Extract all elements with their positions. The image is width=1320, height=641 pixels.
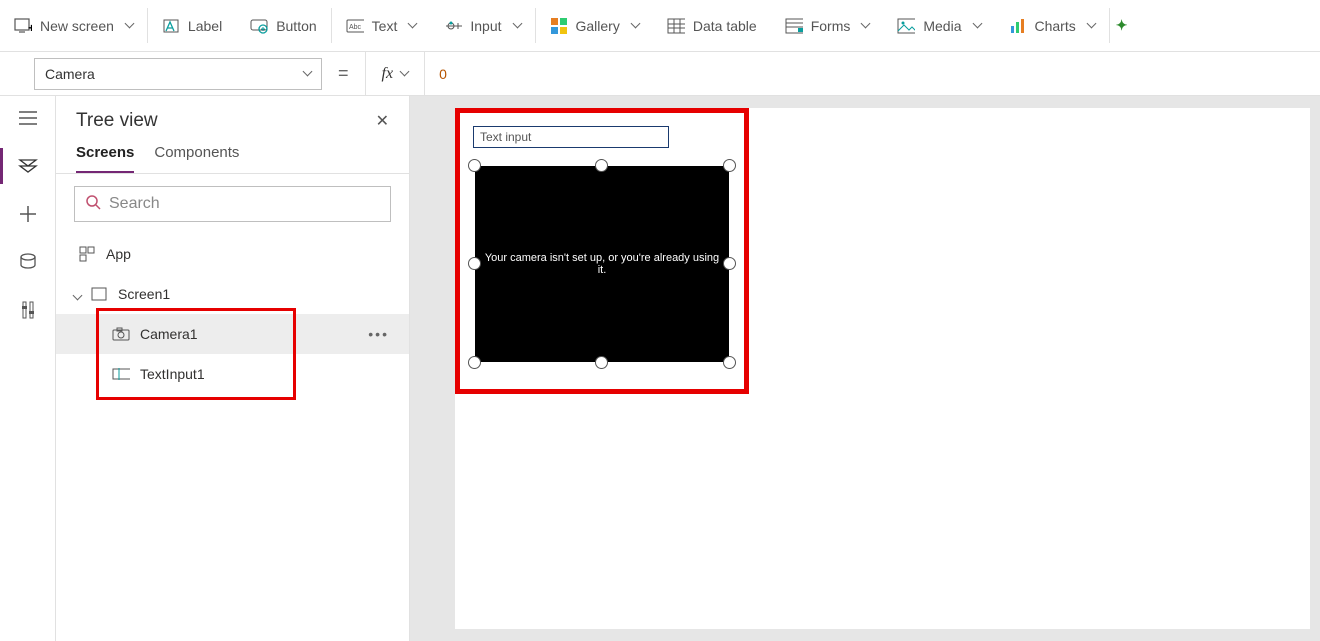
search-input[interactable]: Search <box>74 186 391 222</box>
charts-icon <box>1009 17 1027 35</box>
tree-item-textinput1[interactable]: TextInput1 <box>56 354 409 394</box>
tree-view-panel: Tree view ✕ Screens Components Search Ap… <box>56 96 410 641</box>
formula-bar: Camera = fx 0 <box>0 52 1320 96</box>
label-button[interactable]: Label <box>148 0 236 51</box>
resize-handle[interactable] <box>468 356 481 369</box>
more-icon[interactable]: ••• <box>368 326 389 342</box>
data-table-label: Data table <box>693 18 757 34</box>
main-area: Tree view ✕ Screens Components Search Ap… <box>0 96 1320 641</box>
charts-button[interactable]: Charts <box>995 0 1109 51</box>
tab-screens[interactable]: Screens <box>76 144 134 173</box>
media-label: Media <box>923 18 961 34</box>
text-input-value: Text input <box>480 130 531 144</box>
plus-icon: ✦ <box>1116 17 1128 34</box>
input-label: Input <box>470 18 501 34</box>
tree-item-screen[interactable]: Screen1 <box>56 274 409 314</box>
resize-handle[interactable] <box>595 159 608 172</box>
chevron-down-icon <box>630 19 640 29</box>
tree-item-label: TextInput1 <box>140 366 205 382</box>
chevron-down-icon <box>124 19 134 29</box>
hamburger-icon[interactable] <box>16 106 40 130</box>
resize-handle[interactable] <box>468 257 481 270</box>
resize-handle[interactable] <box>723 257 736 270</box>
resize-handle[interactable] <box>595 356 608 369</box>
tree-item-label: Camera1 <box>140 326 198 342</box>
fx-label: fx <box>382 65 394 83</box>
data-table-icon <box>667 17 685 35</box>
panel-title: Tree view <box>76 110 158 132</box>
forms-icon <box>785 17 803 35</box>
data-table-button[interactable]: Data table <box>653 0 771 51</box>
add-icon-button[interactable]: ✦ <box>1110 0 1134 51</box>
search-icon <box>85 194 101 215</box>
text-label: Text <box>372 18 398 34</box>
resize-handle[interactable] <box>723 159 736 172</box>
chevron-down-icon <box>972 19 982 29</box>
close-icon[interactable]: ✕ <box>376 111 389 131</box>
chevron-down-icon <box>303 67 313 77</box>
forms-button[interactable]: Forms <box>771 0 884 51</box>
canvas-page[interactable]: Text input Your camera isn't set up, or … <box>455 108 1310 629</box>
resize-handle[interactable] <box>468 159 481 172</box>
resize-handle[interactable] <box>723 356 736 369</box>
camera-message: Your camera isn't set up, or you're alre… <box>475 252 729 276</box>
gallery-icon <box>550 17 568 35</box>
panel-tabs: Screens Components <box>56 134 409 174</box>
search-placeholder: Search <box>109 195 160 213</box>
tree-item-label: Screen1 <box>118 286 170 302</box>
property-name: Camera <box>45 66 95 82</box>
charts-label: Charts <box>1035 18 1076 34</box>
formula-value: 0 <box>439 66 447 82</box>
textinput-icon <box>112 365 130 383</box>
label-label: Label <box>188 18 222 34</box>
input-icon <box>444 17 462 35</box>
screen-icon <box>90 285 108 303</box>
text-input-control[interactable]: Text input <box>473 126 669 148</box>
svg-text:Abc: Abc <box>349 24 362 31</box>
chevron-down-icon <box>512 19 522 29</box>
button-button[interactable]: Button <box>236 0 330 51</box>
tree-item-app[interactable]: App <box>56 234 409 274</box>
tools-rail-icon[interactable] <box>16 298 40 322</box>
text-icon: Abc <box>346 17 364 35</box>
property-selector[interactable]: Camera <box>34 58 322 90</box>
left-rail <box>0 96 56 641</box>
button-icon <box>250 17 268 35</box>
tree-view-rail-icon[interactable] <box>16 154 40 178</box>
chevron-down-icon <box>408 19 418 29</box>
chevron-down-icon <box>861 19 871 29</box>
gallery-button[interactable]: Gallery <box>536 0 653 51</box>
label-icon <box>162 17 180 35</box>
new-screen-button[interactable]: + New screen <box>0 0 147 51</box>
app-icon <box>78 245 96 263</box>
formula-input[interactable]: 0 <box>425 52 1320 95</box>
insert-rail-icon[interactable] <box>16 202 40 226</box>
camera-control[interactable]: Your camera isn't set up, or you're alre… <box>475 166 729 362</box>
ribbon: + New screen Label Button Abc Text Input <box>0 0 1320 52</box>
tab-components[interactable]: Components <box>154 144 239 173</box>
chevron-down-icon <box>400 67 410 77</box>
svg-text:+: + <box>28 21 32 35</box>
gallery-label: Gallery <box>576 18 620 34</box>
tree-item-camera1[interactable]: Camera1 ••• <box>56 314 409 354</box>
tree-item-label: App <box>106 246 131 262</box>
media-icon <box>897 17 915 35</box>
media-button[interactable]: Media <box>883 0 994 51</box>
data-rail-icon[interactable] <box>16 250 40 274</box>
text-button[interactable]: Abc Text <box>332 0 431 51</box>
chevron-down-icon[interactable] <box>70 286 80 302</box>
forms-label: Forms <box>811 18 851 34</box>
equals-sign: = <box>322 63 365 84</box>
button-label: Button <box>276 18 316 34</box>
new-screen-label: New screen <box>40 18 114 34</box>
screen-icon: + <box>14 17 32 35</box>
fx-button[interactable]: fx <box>365 52 426 95</box>
camera-icon <box>112 325 130 343</box>
chevron-down-icon <box>1086 19 1096 29</box>
input-button[interactable]: Input <box>430 0 534 51</box>
canvas: Text input Your camera isn't set up, or … <box>410 96 1320 641</box>
